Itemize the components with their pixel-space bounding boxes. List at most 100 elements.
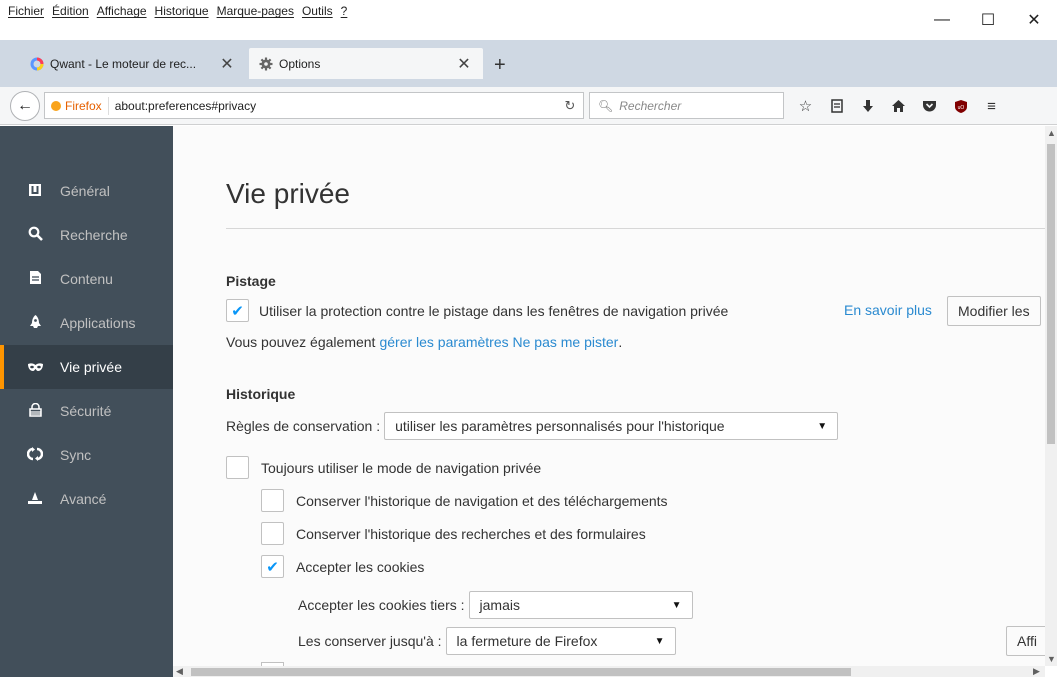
bookmark-star-icon[interactable]: ☆ — [790, 95, 821, 117]
tab-options[interactable]: Options ✕ — [249, 48, 483, 79]
ublock-icon[interactable]: uO — [945, 95, 976, 117]
third-party-label: Accepter les cookies tiers : — [298, 597, 465, 613]
modify-exceptions-button[interactable]: Modifier les — [947, 296, 1041, 326]
accept-cookies-label[interactable]: Accepter les cookies — [296, 559, 424, 575]
sidebar-item-search[interactable]: Recherche — [0, 213, 173, 257]
keep-search-label[interactable]: Conserver l'historique des recherches et… — [296, 526, 646, 542]
wizard-icon — [26, 491, 44, 508]
vertical-scrollbar[interactable]: ▲ ▼ — [1045, 126, 1057, 666]
menu-fichier[interactable]: Fichier — [4, 4, 48, 18]
sidebar-item-label: Contenu — [60, 271, 113, 287]
back-button[interactable]: ← — [10, 91, 40, 121]
keep-browsing-row: Conserver l'historique de navigation et … — [261, 489, 668, 512]
new-tab-button[interactable]: + — [494, 54, 506, 77]
always-private-checkbox[interactable] — [226, 456, 249, 479]
menu-edition[interactable]: Édition — [48, 4, 93, 18]
tracking-heading: Pistage — [226, 273, 276, 289]
close-window-button[interactable]: ✕ — [1011, 0, 1057, 40]
dnt-settings-link[interactable]: gérer les paramètres Ne pas me pister — [379, 334, 618, 350]
dropdown-arrow-icon: ▼ — [671, 599, 682, 611]
gear-icon — [259, 57, 273, 70]
preferences-content: Vie privée Pistage ✔ Utiliser la protect… — [173, 126, 1045, 666]
document-icon — [26, 270, 44, 288]
dropdown-arrow-icon: ▼ — [817, 420, 828, 432]
keep-until-select[interactable]: la fermeture de Firefox ▼ — [445, 627, 676, 655]
hamburger-menu-icon[interactable]: ≡ — [976, 95, 1007, 117]
sidebar-item-general[interactable]: Général — [0, 169, 173, 213]
keep-browsing-checkbox[interactable] — [261, 489, 284, 512]
search-input[interactable]: 🔍︎ Rechercher — [589, 92, 784, 119]
third-party-select[interactable]: jamais ▼ — [468, 591, 693, 619]
menu-outils[interactable]: Outils — [298, 4, 337, 18]
accept-cookies-checkbox[interactable]: ✔ — [261, 555, 284, 578]
toolbar-icons: ☆ uO ≡ — [790, 95, 1007, 117]
sidebar-item-advanced[interactable]: Avancé — [0, 477, 173, 521]
tab-bar: Qwant - Le moteur de rec... ✕ Options ✕ … — [0, 40, 1057, 87]
sidebar-item-security[interactable]: Sécurité — [0, 389, 173, 433]
history-rules-label: Règles de conservation : — [226, 418, 381, 434]
always-private-row: Toujours utiliser le mode de navigation … — [226, 456, 541, 479]
identity-box[interactable]: Firefox — [45, 96, 109, 115]
menu-list: Fichier Édition Affichage Historique Mar… — [4, 4, 351, 18]
dnt-suffix: . — [618, 334, 623, 350]
tab-title: Options — [279, 56, 321, 71]
keep-until-value: la fermeture de Firefox — [456, 633, 598, 649]
close-tab-icon[interactable]: ✕ — [218, 54, 236, 74]
home-icon[interactable] — [883, 95, 914, 117]
url-text[interactable]: about:preferences#privacy — [109, 99, 557, 113]
menu-historique[interactable]: Historique — [151, 4, 213, 18]
history-rules-select[interactable]: utiliser les paramètres personnalisés po… — [384, 412, 839, 440]
close-tab-icon[interactable]: ✕ — [455, 54, 473, 74]
tracking-protection-checkbox[interactable]: ✔ — [226, 299, 249, 322]
minimize-button[interactable]: — — [919, 0, 965, 40]
sidebar-item-label: Général — [60, 183, 110, 199]
general-icon — [26, 183, 44, 200]
sidebar-item-sync[interactable]: Sync — [0, 433, 173, 477]
tab-qwant[interactable]: Qwant - Le moteur de rec... ✕ — [20, 48, 246, 79]
always-private-label[interactable]: Toujours utiliser le mode de navigation … — [261, 460, 541, 476]
menu-aide[interactable]: ? — [337, 4, 352, 18]
scroll-left-icon[interactable]: ◀ — [176, 666, 183, 677]
sync-icon — [26, 446, 44, 464]
vertical-scroll-thumb[interactable] — [1047, 144, 1055, 444]
identity-label: Firefox — [65, 98, 102, 113]
keep-search-checkbox[interactable] — [261, 522, 284, 545]
back-arrow-icon: ← — [17, 97, 33, 114]
menu-affichage[interactable]: Affichage — [93, 4, 151, 18]
menu-bar: Fichier Édition Affichage Historique Mar… — [0, 0, 1057, 40]
keep-browsing-label[interactable]: Conserver l'historique de navigation et … — [296, 493, 668, 509]
window-controls: — ☐ ✕ — [919, 0, 1057, 40]
sidebar-item-privacy[interactable]: Vie privée — [0, 345, 173, 389]
history-rules-value: utiliser les paramètres personnalisés po… — [395, 418, 725, 434]
bookmarks-menu-icon[interactable] — [821, 95, 852, 117]
third-party-row: Accepter les cookies tiers : jamais ▼ — [298, 591, 693, 619]
scroll-up-icon[interactable]: ▲ — [1047, 128, 1056, 138]
pocket-icon[interactable] — [914, 95, 945, 117]
dropdown-arrow-icon: ▼ — [654, 635, 665, 647]
download-icon[interactable] — [852, 95, 883, 117]
preferences-sidebar: Général Recherche Contenu Applications V… — [0, 126, 173, 677]
reload-icon[interactable]: ↻ — [557, 98, 583, 114]
tracking-protection-label[interactable]: Utiliser la protection contre le pistage… — [259, 303, 728, 319]
scroll-right-icon[interactable]: ▶ — [1033, 666, 1040, 677]
maximize-button[interactable]: ☐ — [965, 0, 1011, 40]
horizontal-scrollbar[interactable]: ◀ ▶ — [173, 666, 1045, 677]
show-cookies-button[interactable]: Affi — [1006, 626, 1045, 656]
sidebar-item-content[interactable]: Contenu — [0, 257, 173, 301]
history-heading: Historique — [226, 386, 296, 402]
firefox-icon — [51, 100, 61, 111]
learn-more-link[interactable]: En savoir plus — [844, 302, 932, 318]
sidebar-item-label: Avancé — [60, 491, 107, 507]
title-divider — [226, 228, 1045, 229]
scroll-down-icon[interactable]: ▼ — [1047, 654, 1056, 664]
history-rules-row: Règles de conservation : utiliser les pa… — [226, 412, 839, 440]
sidebar-item-label: Sync — [60, 447, 92, 463]
sidebar-item-label: Applications — [60, 315, 136, 331]
checkmark-icon: ✔ — [266, 558, 279, 576]
dnt-prefix: Vous pouvez également — [226, 334, 376, 350]
sidebar-item-applications[interactable]: Applications — [0, 301, 173, 345]
url-bar[interactable]: Firefox about:preferences#privacy ↻ — [44, 92, 584, 119]
page-title: Vie privée — [226, 178, 351, 209]
horizontal-scroll-thumb[interactable] — [191, 668, 851, 676]
menu-marque-pages[interactable]: Marque-pages — [213, 4, 298, 18]
